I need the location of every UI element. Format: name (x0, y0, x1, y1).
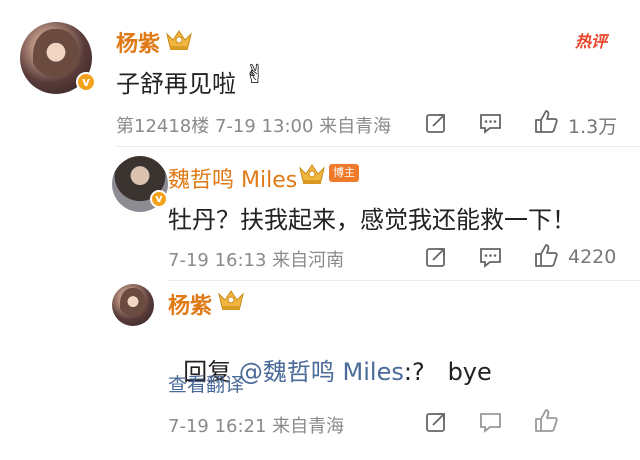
comment-meta: 7-19 16:13 来自河南 (168, 250, 345, 271)
comment-text: 子舒再见啦 (116, 70, 236, 98)
verified-badge-icon: v (76, 72, 96, 92)
like-icon[interactable] (532, 108, 560, 136)
mention-link[interactable]: @魏哲鸣 Miles (239, 358, 404, 386)
peace-emoji-icon: ✌ (244, 60, 266, 90)
commenter-name[interactable]: 杨紫 (168, 288, 212, 320)
divider (168, 280, 640, 281)
comment-icon[interactable] (478, 410, 504, 434)
hot-comment-badge: 热评 (575, 32, 608, 51)
share-icon[interactable] (424, 111, 448, 135)
comment-meta: 7-19 16:21 来自青海 (168, 416, 345, 437)
verified-badge-icon: v (150, 190, 168, 208)
like-count: 1.3万 (568, 116, 618, 138)
translate-link[interactable]: 查看翻译 (168, 370, 244, 397)
like-icon[interactable] (532, 242, 560, 270)
comment-icon[interactable] (478, 111, 504, 135)
author-badge: 博主 (329, 164, 359, 182)
avatar-yangzi[interactable] (112, 284, 154, 326)
comment-text: 牡丹？扶我起来，感觉我还能救一下！ (168, 206, 576, 234)
share-icon[interactable] (424, 410, 448, 434)
share-icon[interactable] (424, 245, 448, 269)
divider (116, 146, 640, 147)
crown-icon (299, 164, 325, 184)
commenter-name[interactable]: 杨紫 (116, 26, 160, 58)
crown-icon (166, 30, 192, 50)
reply-text: :? bye (403, 358, 492, 386)
like-count: 4220 (568, 246, 617, 268)
like-icon[interactable] (532, 407, 560, 435)
comment-meta: 第12418楼 7-19 13:00 来自青海 (116, 116, 392, 137)
comment-icon[interactable] (478, 245, 504, 269)
crown-icon (218, 290, 244, 310)
commenter-name[interactable]: 魏哲鸣 Miles (168, 162, 297, 194)
